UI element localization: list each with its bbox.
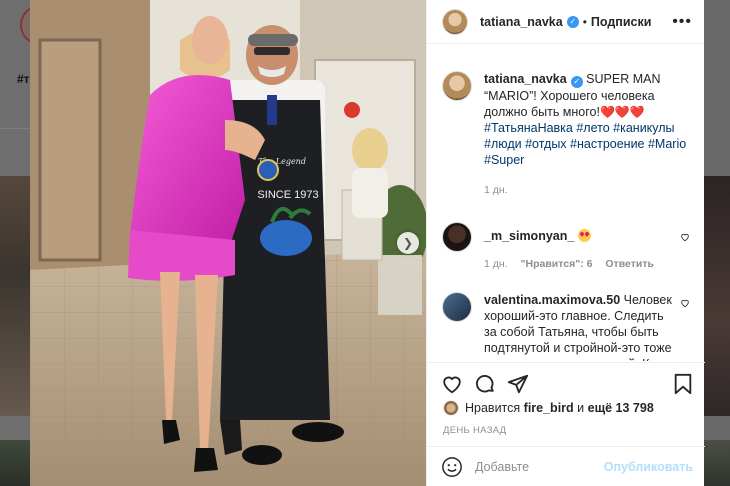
background-hashtag: #т [17, 72, 30, 86]
caption-hashtags[interactable]: #ТатьянаНавка #лето #каникулы #люди #отд… [484, 121, 686, 167]
background-divider [0, 128, 30, 129]
comment-meta: 1 дн. "Нравится": 6 Ответить [484, 256, 664, 272]
verified-badge-icon: ✓ [570, 76, 583, 88]
bookmark-icon[interactable] [673, 373, 693, 395]
background-thumbnail [0, 176, 30, 416]
author-avatar[interactable] [442, 8, 468, 35]
publish-button[interactable]: Опубликовать [604, 460, 693, 474]
background-thumbnail [704, 440, 730, 486]
background-thumbnail [704, 176, 730, 416]
caption-age[interactable]: 1 дн. [484, 184, 508, 196]
post-actions [427, 362, 705, 404]
post-header: tatiana_navka ✓ • Подписки ••• [427, 0, 704, 44]
comment-input[interactable]: Добавьте [475, 460, 604, 474]
emoji-smile-icon[interactable] [441, 456, 463, 478]
background-profile-avatar [20, 5, 30, 45]
commenter-avatar[interactable] [442, 292, 472, 322]
photo-illustration: The Legend SINCE 1973 [30, 0, 426, 486]
caption-username[interactable]: tatiana_navka [484, 72, 567, 86]
following-button[interactable]: Подписки [591, 15, 652, 29]
comment-age[interactable]: 1 дн. [484, 258, 508, 270]
post-photo[interactable]: The Legend SINCE 1973 ❯ [30, 0, 426, 486]
apron-since-text: SINCE 1973 [257, 189, 318, 201]
comments-list[interactable]: tatiana_navka ✓ SUPER MAN “MARIO”! Хороше… [427, 45, 705, 361]
more-options-icon[interactable]: ••• [672, 13, 692, 31]
author-username[interactable]: tatiana_navka [480, 15, 563, 29]
carousel-next-button[interactable]: ❯ [397, 232, 419, 254]
likes-summary: Нравится fire_bird и ещё 13 798 [443, 400, 654, 416]
comment-like-icon[interactable] [680, 298, 690, 308]
comment-item: valentina.maximova.50 Человек хороший-эт… [442, 292, 690, 361]
comment-item: _m_simonyan_ 1 дн. "Нравится": 6 Ответит… [442, 222, 690, 272]
background-thumbnail [0, 440, 30, 486]
likes-connector: и [577, 401, 585, 415]
heart-emoji-icon: ❤️❤️❤️ [599, 105, 645, 119]
commenter-avatar[interactable] [442, 222, 472, 252]
comment-likes[interactable]: "Нравится": 6 [521, 258, 593, 270]
caption-author-avatar[interactable] [442, 71, 472, 101]
liked-by-username[interactable]: fire_bird [524, 401, 574, 415]
share-send-icon[interactable] [507, 373, 529, 395]
chevron-right-icon: ❯ [402, 236, 414, 250]
header-separator: • [582, 14, 587, 29]
comment-body: valentina.maximova.50 Человек хороший-эт… [484, 292, 690, 361]
comment-body: _m_simonyan_ 1 дн. "Нравится": 6 Ответит… [484, 222, 664, 272]
comment-like-icon[interactable] [680, 232, 690, 242]
background-page-right [704, 0, 730, 486]
comment-username[interactable]: valentina.maximova.50 [484, 293, 620, 307]
heart-eyes-emoji-icon [577, 229, 591, 242]
add-comment-bar: Добавьте Опубликовать [427, 446, 705, 486]
background-page-left: #т [0, 0, 30, 486]
comment-username[interactable]: _m_simonyan_ [484, 229, 574, 243]
like-heart-icon[interactable] [441, 373, 463, 395]
likes-count[interactable]: ещё 13 798 [588, 401, 654, 415]
caption: tatiana_navka ✓ SUPER MAN “MARIO”! Хороше… [442, 71, 690, 198]
post-date[interactable]: ДЕНЬ НАЗАД [443, 425, 506, 436]
comment-reply-button[interactable]: Ответить [605, 258, 654, 270]
caption-body: tatiana_navka ✓ SUPER MAN “MARIO”! Хороше… [484, 71, 690, 198]
liker-avatar[interactable] [443, 400, 459, 416]
post-side-panel: tatiana_navka ✓ • Подписки ••• tatiana_n… [426, 0, 705, 486]
verified-badge-icon: ✓ [566, 15, 579, 28]
comment-bubble-icon[interactable] [474, 373, 496, 395]
caption-meta: 1 дн. [484, 182, 690, 198]
likes-prefix: Нравится [465, 401, 521, 415]
